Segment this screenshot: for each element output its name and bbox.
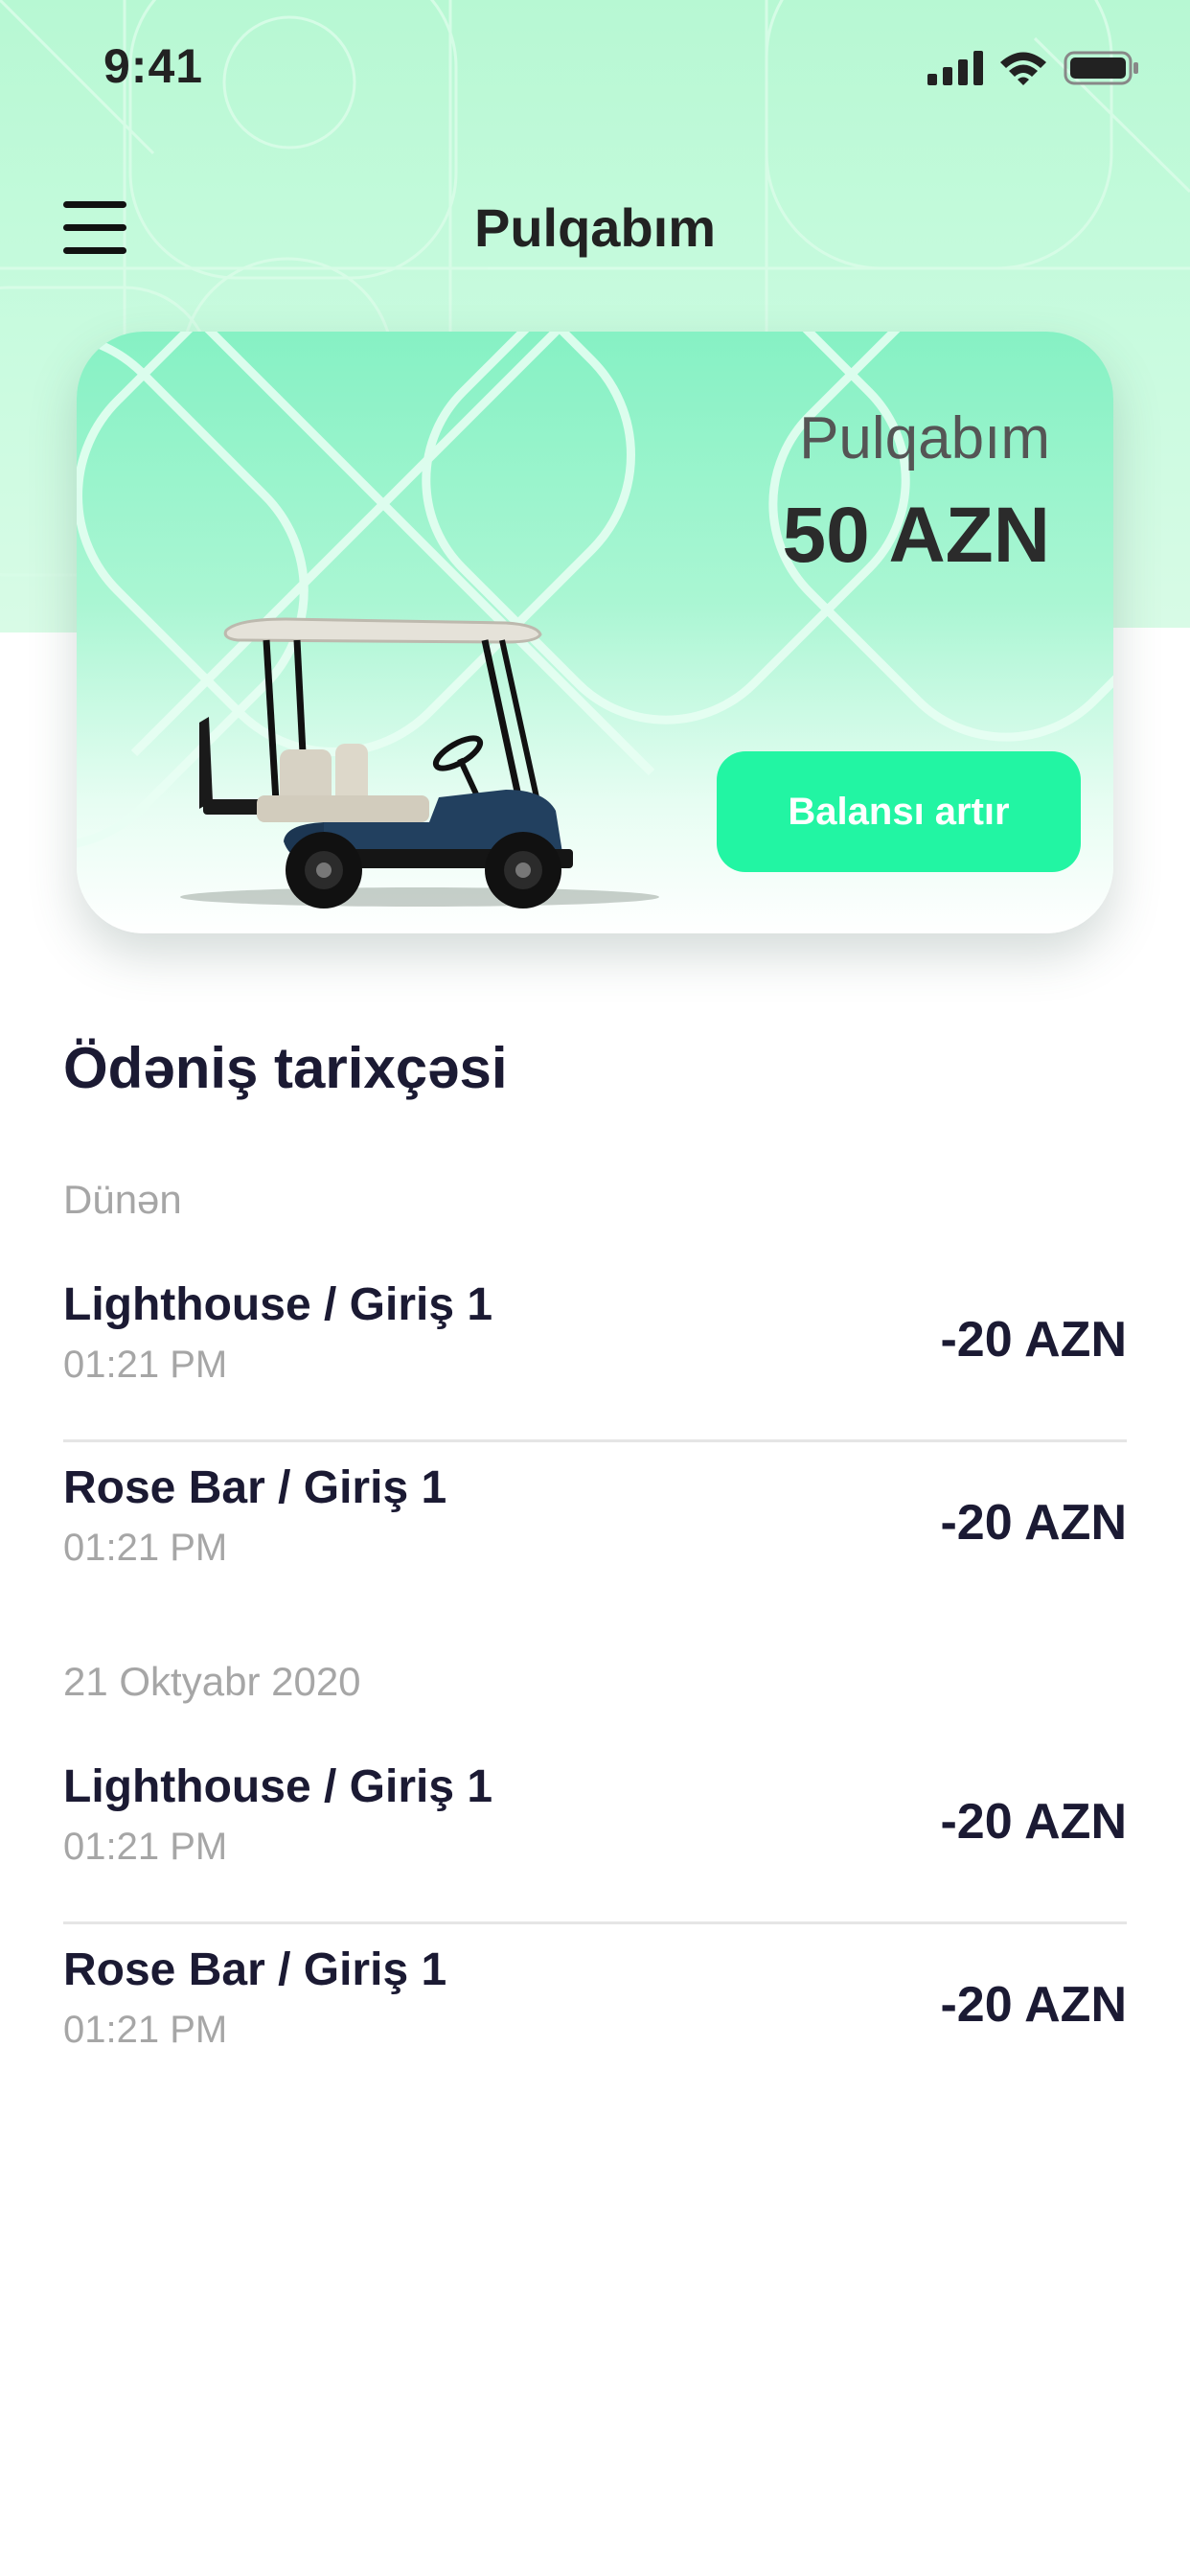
status-time: 9:41	[103, 39, 204, 93]
wallet-label: Pulqabım	[799, 405, 1050, 472]
battery-icon	[1064, 51, 1138, 85]
transaction-title: Lighthouse / Giriş 1	[63, 1761, 493, 1812]
transaction-title: Rose Bar / Giriş 1	[63, 1944, 447, 1995]
wallet-screen: 9:41 Pulqabım Pulqabım 50 AZN Balansı ar…	[0, 0, 1190, 2576]
group-date: Dünən	[63, 1177, 182, 1222]
golf-cart-illustration	[180, 617, 659, 908]
wallet-balance: 50 AZN	[782, 492, 1050, 579]
transaction-title: Lighthouse / Giriş 1	[63, 1279, 493, 1330]
wallet-card: Pulqabım 50 AZN Balansı artır	[77, 332, 1113, 933]
transaction-amount: -20 AZN	[940, 1312, 1127, 1368]
transaction-row[interactable]: Rose Bar / Giriş 1 01:21 PM -20 AZN	[63, 1442, 1127, 1603]
status-icons	[927, 50, 1140, 86]
group-date: 21 Oktyabr 2020	[63, 1659, 361, 1704]
transaction-time: 01:21 PM	[63, 1344, 228, 1386]
cellular-signal-icon	[927, 51, 983, 85]
wifi-icon	[1000, 52, 1046, 85]
transaction-title: Rose Bar / Giriş 1	[63, 1462, 447, 1513]
transaction-time: 01:21 PM	[63, 2009, 228, 2051]
transaction-time: 01:21 PM	[63, 1826, 228, 1868]
transaction-row[interactable]: Lighthouse / Giriş 1 01:21 PM -20 AZN	[63, 1760, 1127, 1924]
history-group: Dünən Lighthouse / Giriş 1 01:21 PM -20 …	[63, 1171, 1127, 1603]
transaction-time: 01:21 PM	[63, 1527, 228, 1569]
transaction-row[interactable]: Lighthouse / Giriş 1 01:21 PM -20 AZN	[63, 1278, 1127, 1442]
payment-history-list: Dünən Lighthouse / Giriş 1 01:21 PM -20 …	[63, 1171, 1127, 2085]
transaction-amount: -20 AZN	[940, 1794, 1127, 1850]
history-group: 21 Oktyabr 2020 Lighthouse / Giriş 1 01:…	[63, 1653, 1127, 2085]
transaction-amount: -20 AZN	[940, 1495, 1127, 1551]
transaction-row[interactable]: Rose Bar / Giriş 1 01:21 PM -20 AZN	[63, 1924, 1127, 2085]
topup-button[interactable]: Balansı artır	[717, 751, 1081, 872]
page-title: Pulqabım	[473, 197, 717, 258]
history-title: Ödəniş tarixçəsi	[63, 1036, 508, 1100]
transaction-amount: -20 AZN	[940, 1977, 1127, 2033]
